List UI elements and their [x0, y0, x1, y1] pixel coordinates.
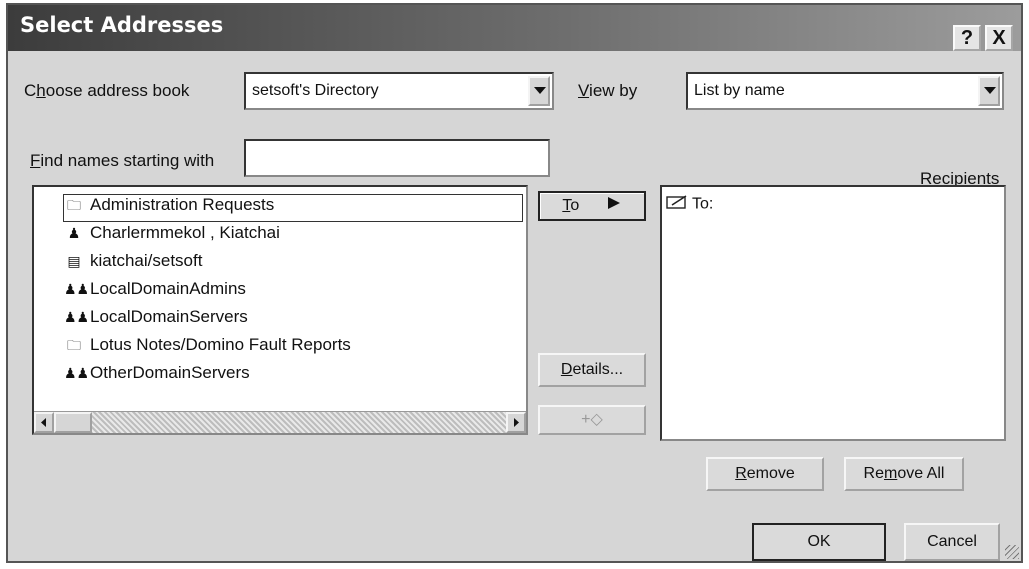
find-names-input[interactable] — [244, 139, 550, 177]
add-group-icon: +◇ — [581, 411, 603, 428]
close-button[interactable]: X — [985, 25, 1013, 51]
scroll-left-icon[interactable] — [34, 412, 54, 433]
to-button[interactable]: To — [538, 191, 646, 221]
close-icon: X — [992, 27, 1006, 49]
ok-button[interactable]: OK — [752, 523, 886, 561]
remove-all-button[interactable]: Remove All — [844, 457, 964, 491]
scrollbar-thumb[interactable] — [54, 412, 92, 433]
dialog-title: Select Addresses — [20, 13, 224, 37]
scroll-right-icon[interactable] — [506, 412, 526, 433]
person-icon: ♟ — [67, 225, 81, 241]
details-button[interactable]: Details... — [538, 353, 646, 387]
horizontal-scrollbar[interactable] — [34, 411, 526, 433]
add-to-group-button[interactable]: +◇ — [538, 405, 646, 435]
view-by-label: View by — [578, 81, 638, 100]
list-item[interactable]: 🗀 Administration Requests — [63, 194, 523, 222]
list-item[interactable]: ♟ Charlermmekol , Kiatchai — [64, 223, 522, 249]
group-icon: ♟♟ — [64, 281, 90, 297]
list-item[interactable]: ♟♟OtherDomainServers — [64, 363, 522, 389]
address-book-select[interactable]: setsoft's Directory — [244, 72, 554, 110]
group-icon: ♟♟ — [64, 365, 90, 381]
title-bar: Select Addresses ? X — [8, 5, 1021, 51]
help-icon: ? — [960, 27, 974, 49]
address-book-value: setsoft's Directory — [252, 82, 379, 99]
address-book-label: Choose address book — [24, 81, 190, 100]
cancel-button[interactable]: Cancel — [904, 523, 1000, 561]
recipients-list[interactable]: To: — [660, 185, 1006, 441]
folder-icon: 🗀 — [67, 197, 81, 213]
list-item[interactable]: ♟♟LocalDomainAdmins — [64, 279, 522, 305]
server-icon: ▤ — [67, 253, 81, 269]
view-by-value: List by name — [694, 82, 785, 99]
folder-icon: 🗀 — [67, 337, 81, 353]
view-by-select[interactable]: List by name — [686, 72, 1004, 110]
chevron-down-icon[interactable] — [528, 76, 550, 106]
list-item[interactable]: ▤ kiatchai/setsoft — [64, 251, 522, 277]
chevron-down-icon[interactable] — [978, 76, 1000, 106]
remove-button[interactable]: Remove — [706, 457, 824, 491]
list-item[interactable]: 🗀 Lotus Notes/Domino Fault Reports — [64, 335, 522, 361]
memo-icon — [666, 195, 688, 214]
list-item[interactable]: ♟♟LocalDomainServers — [64, 307, 522, 333]
find-names-label: Find names starting with — [30, 151, 215, 170]
names-list[interactable]: 🗀 Administration Requests ♟ Charlermmekol … — [32, 185, 528, 435]
recipient-entry-to[interactable]: To: — [666, 195, 1000, 221]
group-icon: ♟♟ — [64, 309, 90, 325]
select-addresses-dialog: Select Addresses ? X Choose address book… — [6, 3, 1023, 563]
help-button[interactable]: ? — [953, 25, 981, 51]
resize-grip-icon[interactable] — [1005, 545, 1019, 559]
arrow-right-icon — [606, 197, 622, 214]
